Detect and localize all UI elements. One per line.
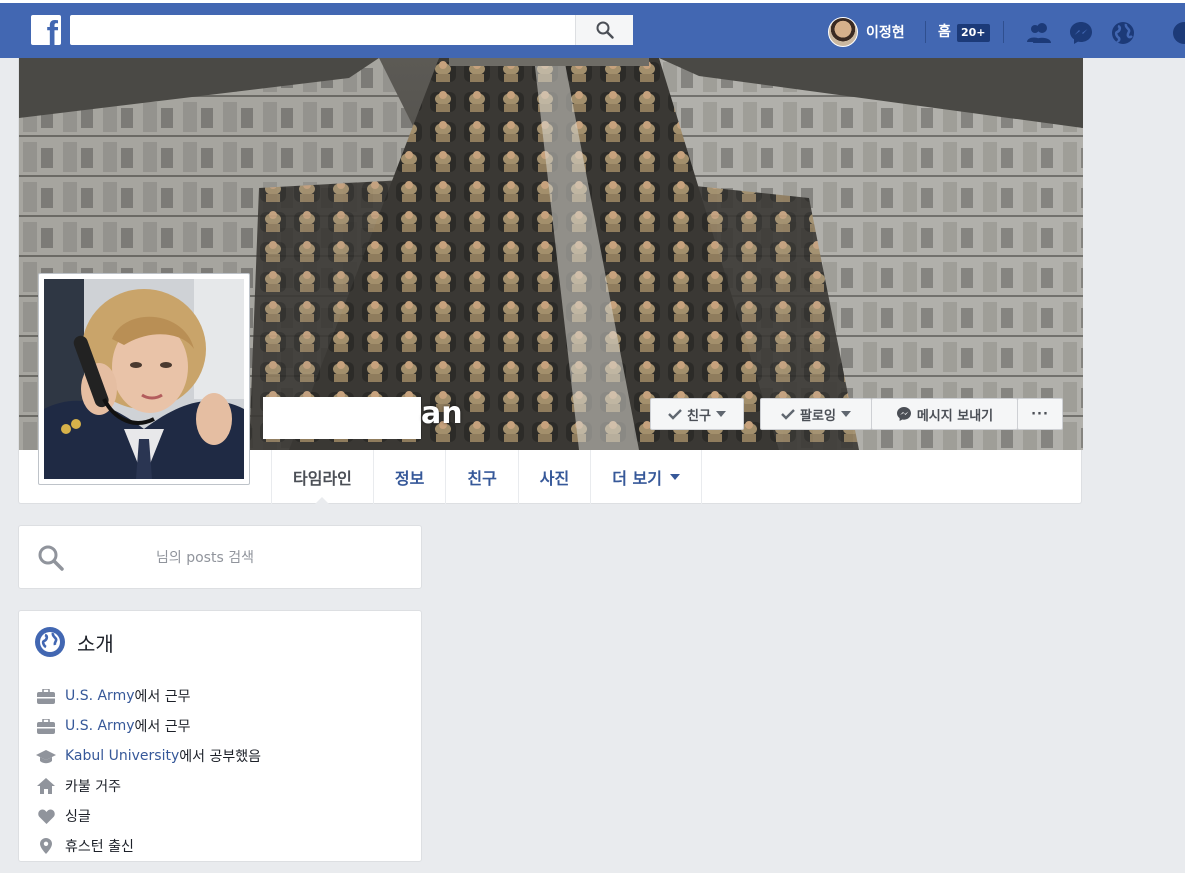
following-button[interactable]: 팔로잉 [760, 398, 872, 430]
briefcase-icon [35, 717, 57, 735]
list-item: 카불 거주 [35, 771, 261, 801]
divider [1003, 21, 1004, 43]
tab-more[interactable]: 더 보기 [590, 450, 702, 504]
tab-friends[interactable]: 친구 [445, 450, 517, 504]
tab-label: 친구 [467, 469, 497, 488]
send-message-label: 메시지 보내기 [916, 408, 994, 424]
item-text: 에서 근무 [134, 689, 191, 705]
chevron-down-icon [669, 474, 680, 480]
intro-title: 소개 [77, 631, 114, 656]
global-search-input[interactable] [70, 15, 575, 45]
tab-timeline[interactable]: 타임라인 [271, 450, 373, 505]
tab-label: 사진 [539, 469, 570, 488]
check-icon [781, 409, 795, 420]
intro-header: 소개 [35, 627, 114, 657]
globe-icon [35, 627, 65, 657]
send-message-button[interactable]: 메시지 보내기 [871, 398, 1018, 430]
workplace-link[interactable]: U.S. Army [65, 688, 135, 704]
profile-picture[interactable] [38, 273, 250, 485]
profile-picture-image [44, 279, 244, 479]
tab-label: 타임라인 [293, 469, 352, 488]
search-icon [38, 545, 64, 571]
school-link[interactable]: Kabul University [65, 748, 179, 764]
profile-tabs: 타임라인 정보 친구 사진 더 보기 [271, 450, 702, 505]
list-item: U.S. Army 에서 근무 [35, 681, 261, 711]
home-icon [35, 777, 57, 795]
divider [925, 21, 926, 43]
tab-label: 정보 [394, 469, 425, 488]
top-navigation-bar: f 이정현 홈 20+ [0, 0, 1185, 58]
avatar [828, 17, 858, 47]
intro-list: U.S. Army 에서 근무 U.S. Army 에서 근무 Kabul Univ… [35, 681, 261, 861]
chevron-down-icon [840, 411, 851, 417]
heart-icon [35, 807, 57, 825]
item-text: 에서 근무 [134, 719, 191, 735]
chevron-down-icon [715, 411, 726, 417]
user-name: 이정현 [866, 25, 905, 41]
search-button[interactable] [575, 15, 633, 45]
profile-name[interactable]: an [421, 396, 463, 431]
logo-letter: f [46, 15, 58, 45]
redacted-name [263, 397, 421, 439]
tab-label: 더 보기 [612, 469, 662, 488]
facebook-logo-icon[interactable]: f [31, 15, 61, 45]
home-link[interactable]: 홈 [938, 21, 951, 41]
profile-shortcut[interactable]: 이정현 [828, 17, 905, 47]
item-text: 싱글 [65, 809, 91, 825]
tab-about[interactable]: 정보 [372, 450, 445, 504]
list-item: 휴스턴 출신 [35, 831, 261, 861]
workplace-link[interactable]: U.S. Army [65, 718, 135, 734]
more-options-button[interactable]: ··· [1017, 398, 1063, 430]
item-text: 에서 공부했음 [179, 749, 261, 765]
messenger-icon[interactable] [1067, 19, 1095, 47]
item-text: 카불 거주 [65, 779, 121, 795]
intro-card: 소개 U.S. Army 에서 근무 U.S. Army 에서 근무 Kabul U… [18, 610, 422, 862]
briefcase-icon [35, 687, 57, 705]
notifications-globe-icon[interactable] [1109, 19, 1137, 47]
item-text: 휴스턴 출신 [65, 839, 134, 855]
location-pin-icon [35, 837, 57, 855]
messenger-icon [896, 407, 911, 421]
friend-status-button[interactable]: 친구 [650, 398, 744, 430]
friend-requests-icon[interactable] [1025, 19, 1053, 47]
check-icon [668, 409, 682, 420]
post-search-card [18, 525, 422, 589]
profile-header: an 친구 팔로잉 메시지 보내기 ··· 타임라인 정보 친구 사진 더 보기 [18, 58, 1083, 505]
global-search [70, 15, 633, 45]
list-item: U.S. Army 에서 근무 [35, 711, 261, 741]
post-search-input[interactable] [79, 543, 399, 573]
help-icon[interactable] [1170, 19, 1185, 47]
search-icon [596, 21, 614, 39]
tab-photos[interactable]: 사진 [517, 450, 590, 504]
list-item: Kabul University 에서 공부했음 [35, 741, 261, 771]
following-label: 팔로잉 [800, 408, 836, 424]
more-options-label: ··· [1031, 406, 1049, 422]
notification-count-badge: 20+ [957, 24, 990, 42]
friend-status-label: 친구 [687, 408, 711, 424]
graduation-cap-icon [35, 747, 57, 765]
list-item: 싱글 [35, 801, 261, 831]
